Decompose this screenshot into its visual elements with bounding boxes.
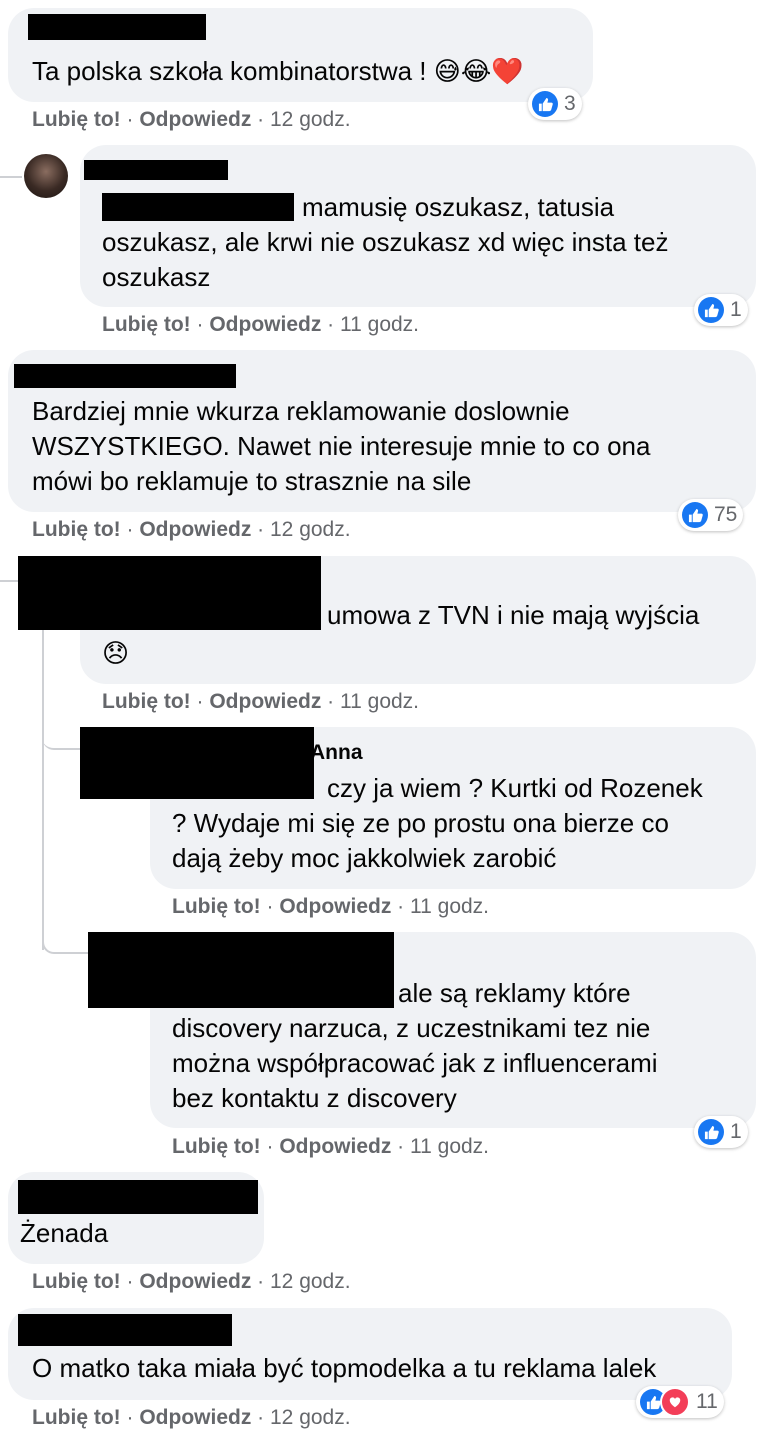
comment-text-line: oszukasz, ale krwi nie oszukasz xd więc … bbox=[102, 227, 669, 257]
timestamp[interactable]: 12 godz. bbox=[270, 1270, 351, 1293]
thread-connector bbox=[42, 920, 90, 954]
comment-actions: Lubię to! · Odpowiedz · 11 godz. bbox=[172, 895, 490, 918]
like-link[interactable]: Lubię to! bbox=[32, 518, 121, 541]
author-name-fragment[interactable]: Anna bbox=[310, 738, 363, 768]
timestamp[interactable]: 12 godz. bbox=[270, 518, 351, 541]
timestamp[interactable]: 11 godz. bbox=[410, 895, 489, 918]
comment-actions: Lubię to! · Odpowiedz · 11 godz. bbox=[172, 1135, 490, 1158]
comment-text-line: mamusię oszukasz, tatusia bbox=[302, 192, 615, 222]
like-icon bbox=[698, 1119, 724, 1145]
reaction-summary[interactable]: 1 bbox=[694, 294, 748, 326]
comment-text-line: mówi bo reklamuje to strasznie na sile bbox=[32, 466, 472, 496]
like-icon bbox=[698, 297, 724, 323]
comment-actions: Lubię to! · Odpowiedz · 12 godz. bbox=[32, 518, 351, 541]
reaction-summary[interactable]: 11 bbox=[636, 1386, 724, 1418]
reply-link[interactable]: Odpowiedz bbox=[139, 518, 251, 541]
redacted-author-name bbox=[14, 364, 236, 388]
comment-actions: Lubię to! · Odpowiedz · 11 godz. bbox=[102, 690, 420, 713]
comment-emoji: 😞 bbox=[102, 638, 130, 668]
redacted-author-name bbox=[84, 160, 228, 180]
comment-actions: Lubię to! · Odpowiedz · 12 godz. bbox=[32, 1270, 351, 1293]
timestamp[interactable]: 11 godz. bbox=[340, 690, 419, 713]
like-link[interactable]: Lubię to! bbox=[172, 895, 261, 918]
comment-text: Ta polska szkoła kombinatorstwa ! 😅😂❤️ bbox=[32, 56, 524, 86]
like-link[interactable]: Lubię to! bbox=[102, 313, 191, 336]
comment-text-line: O matko taka miała być topmodelka a tu r… bbox=[32, 1353, 657, 1383]
comment-text-line: oszukasz bbox=[102, 262, 211, 292]
comment-text-line: WSZYSTKIEGO. Nawet nie interesuje mnie t… bbox=[32, 431, 651, 461]
reply-link[interactable]: Odpowiedz bbox=[139, 1270, 251, 1293]
avatar[interactable] bbox=[24, 154, 68, 198]
reaction-count: 1 bbox=[730, 1120, 742, 1143]
redacted-author bbox=[80, 727, 314, 799]
reaction-count: 3 bbox=[564, 92, 576, 115]
redacted-mention bbox=[102, 193, 294, 221]
reply-link[interactable]: Odpowiedz bbox=[279, 1135, 391, 1158]
timestamp[interactable]: 11 godz. bbox=[340, 313, 419, 336]
comment-text-line: można współpracować jak z influencerami bbox=[172, 1048, 658, 1078]
reaction-summary[interactable]: 75 bbox=[678, 499, 744, 531]
comment-text-line: bez kontaktu z discovery bbox=[172, 1083, 457, 1113]
timestamp[interactable]: 12 godz. bbox=[270, 1406, 351, 1429]
reaction-summary[interactable]: 1 bbox=[694, 1116, 748, 1148]
thread-line bbox=[0, 176, 22, 178]
reply-link[interactable]: Odpowiedz bbox=[139, 108, 251, 131]
like-link[interactable]: Lubię to! bbox=[32, 1406, 121, 1429]
redacted-author bbox=[88, 932, 394, 1008]
reply-link[interactable]: Odpowiedz bbox=[209, 690, 321, 713]
like-link[interactable]: Lubię to! bbox=[172, 1135, 261, 1158]
reaction-count: 1 bbox=[730, 298, 742, 321]
comment-text-line: Żenada bbox=[20, 1218, 109, 1248]
like-link[interactable]: Lubię to! bbox=[32, 1270, 121, 1293]
comment-text-line: dają żeby moc jakkolwiek zarobić bbox=[172, 843, 557, 873]
like-icon bbox=[532, 91, 558, 117]
comment-actions: Lubię to! · Odpowiedz · 12 godz. bbox=[32, 108, 351, 131]
comment-text-line: Bardziej mnie wkurza reklamowanie doslow… bbox=[32, 396, 570, 426]
redacted-author-name bbox=[18, 1180, 258, 1214]
comment-actions: Lubię to! · Odpowiedz · 11 godz. bbox=[102, 313, 420, 336]
like-icon bbox=[682, 502, 708, 528]
reply-link[interactable]: Odpowiedz bbox=[139, 1406, 251, 1429]
timestamp[interactable]: 12 godz. bbox=[270, 108, 351, 131]
reaction-count: 11 bbox=[696, 1390, 718, 1413]
reaction-count: 75 bbox=[714, 503, 738, 526]
comment-text-line: ? Wydaje mi się ze po prostu ona bierze … bbox=[172, 808, 669, 838]
reply-link[interactable]: Odpowiedz bbox=[209, 313, 321, 336]
redacted-author-name bbox=[18, 1314, 232, 1346]
comment-text-line: discovery narzuca, z uczestnikami tez ni… bbox=[172, 1013, 651, 1043]
comment-actions: Lubię to! · Odpowiedz · 12 godz. bbox=[32, 1406, 351, 1429]
comment-text-line: ale są reklamy które bbox=[398, 978, 631, 1008]
thread-line bbox=[42, 630, 44, 950]
heart-icon bbox=[660, 1387, 690, 1417]
like-link[interactable]: Lubię to! bbox=[102, 690, 191, 713]
comment-text-line: umowa z TVN i nie mają wyjścia bbox=[327, 600, 700, 630]
thread-connector bbox=[42, 720, 80, 750]
reaction-summary[interactable]: 3 bbox=[528, 88, 582, 120]
timestamp[interactable]: 11 godz. bbox=[410, 1135, 489, 1158]
redacted-author bbox=[18, 556, 321, 630]
comment-text-line: czy ja wiem ? Kurtki od Rozenek bbox=[327, 773, 703, 803]
like-link[interactable]: Lubię to! bbox=[32, 108, 121, 131]
reply-link[interactable]: Odpowiedz bbox=[279, 895, 391, 918]
redacted-author-name bbox=[28, 14, 206, 40]
